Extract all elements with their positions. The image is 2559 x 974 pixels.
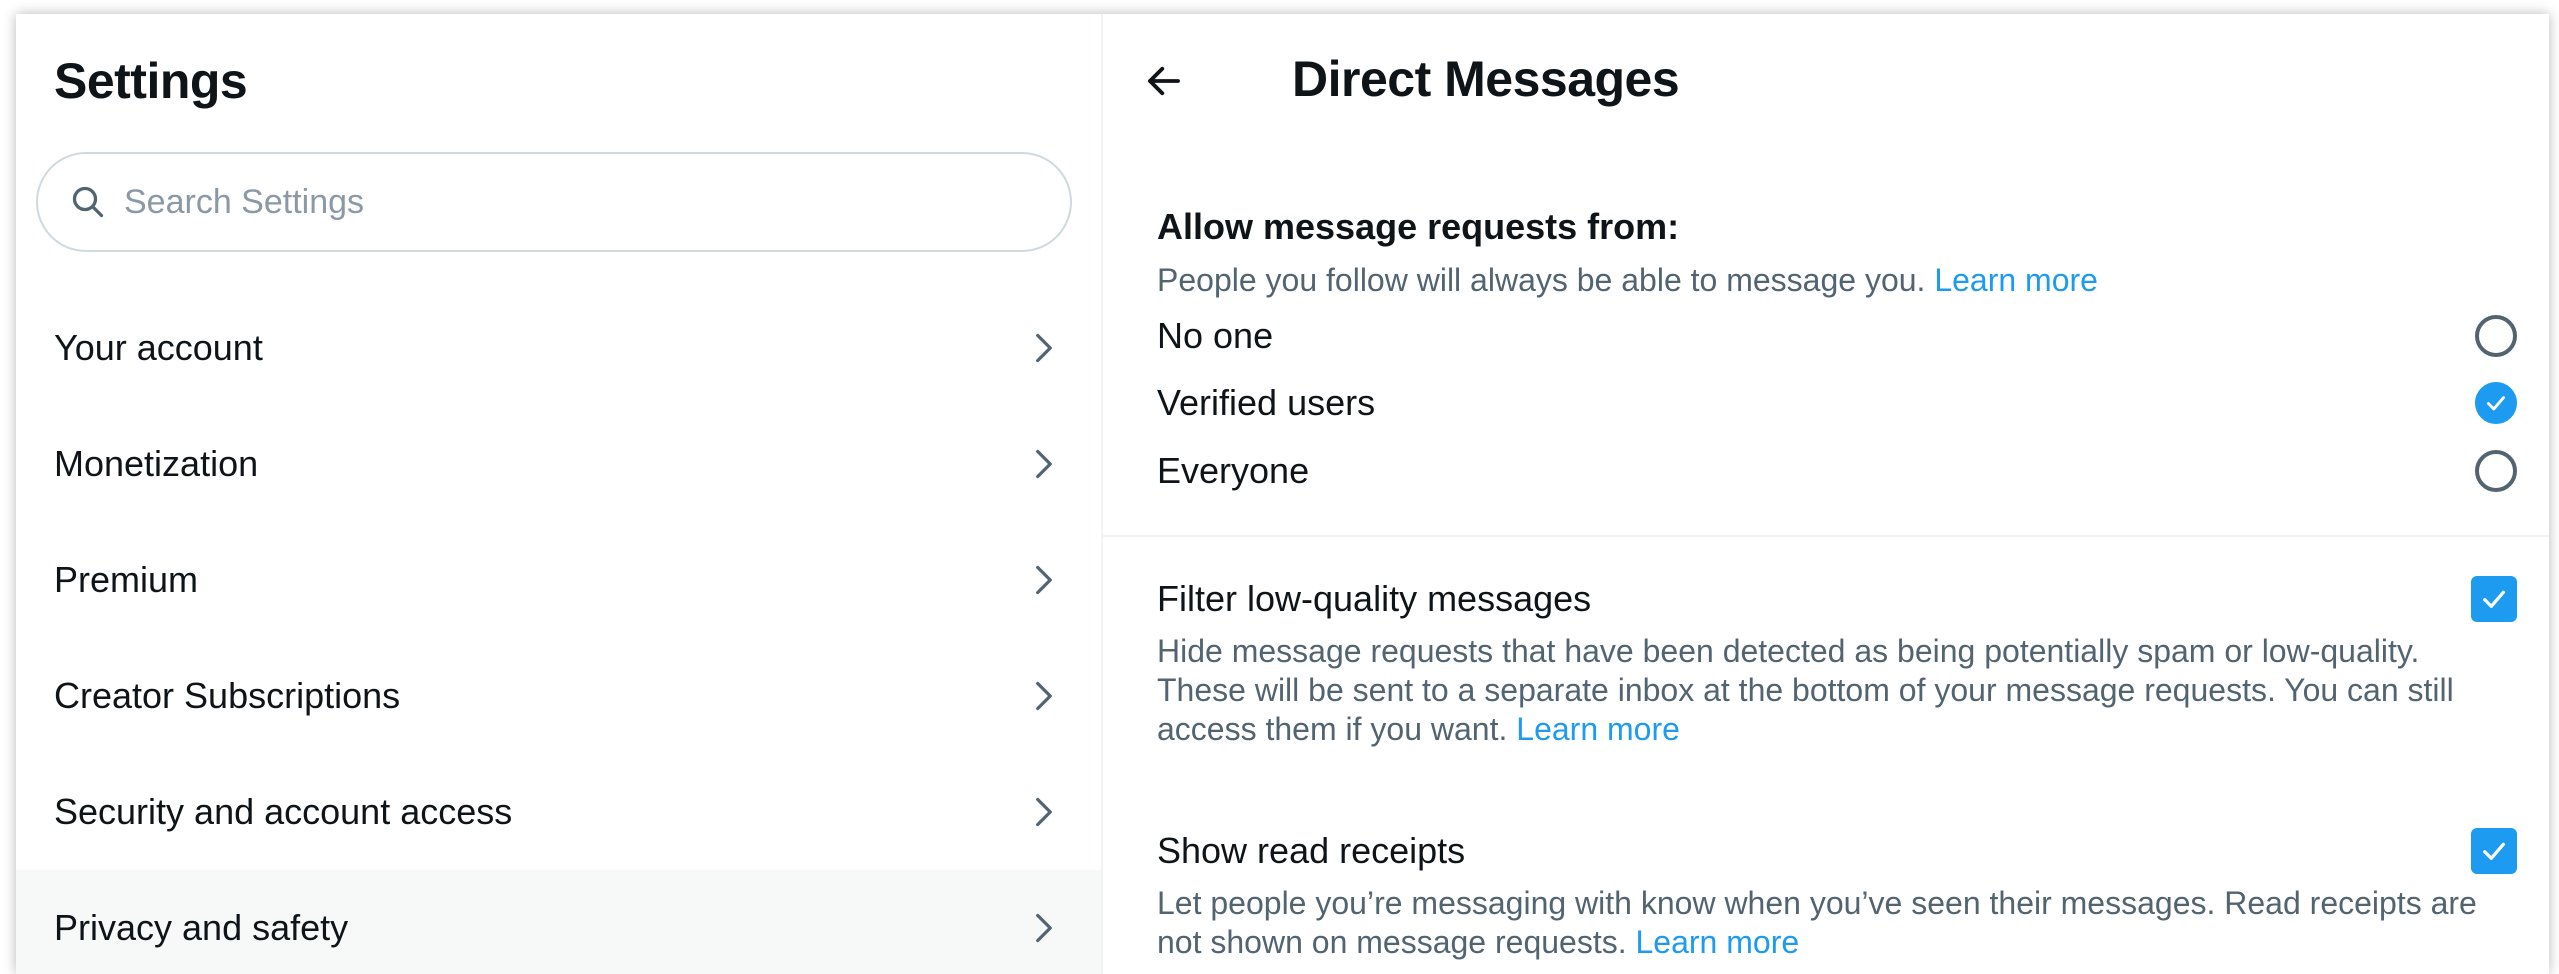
radio-button[interactable] bbox=[2475, 315, 2517, 357]
radio-label: Verified users bbox=[1157, 382, 1376, 423]
learn-more-link[interactable]: Learn more bbox=[1934, 262, 2098, 298]
nav-item-creator-subscriptions[interactable]: Creator Subscriptions bbox=[16, 638, 1101, 754]
settings-nav: Your account Monetization Premium Creato… bbox=[16, 290, 1101, 974]
back-button[interactable] bbox=[1141, 58, 1187, 104]
page-title: Settings bbox=[54, 53, 248, 109]
read-receipts-description-text: Let people you’re messaging with know wh… bbox=[1157, 885, 2477, 960]
nav-item-label: Security and account access bbox=[54, 791, 513, 832]
read-receipts-description: Let people you’re messaging with know wh… bbox=[1157, 884, 2487, 962]
radio-option-no-one[interactable]: No one bbox=[1157, 306, 2517, 366]
chevron-right-icon bbox=[1036, 681, 1052, 711]
arrow-left-icon bbox=[1148, 66, 1180, 96]
check-icon bbox=[2483, 590, 2505, 608]
nav-item-privacy-and-safety[interactable]: Privacy and safety bbox=[16, 870, 1101, 974]
filter-low-quality-row[interactable]: Filter low-quality messages bbox=[1157, 574, 2517, 624]
allow-requests-description: People you follow will always be able to… bbox=[1157, 262, 1926, 298]
nav-item-label: Monetization bbox=[54, 443, 259, 484]
nav-item-premium[interactable]: Premium bbox=[16, 522, 1101, 638]
allow-requests-heading: Allow message requests from: bbox=[1157, 206, 1680, 247]
nav-item-security[interactable]: Security and account access bbox=[16, 754, 1101, 870]
chevron-right-icon bbox=[1036, 565, 1052, 595]
radio-button[interactable] bbox=[2475, 450, 2517, 492]
check-icon bbox=[2487, 396, 2505, 411]
nav-item-label: Creator Subscriptions bbox=[54, 675, 401, 716]
settings-sidebar: Settings Your account Monetization Premi… bbox=[16, 14, 1103, 974]
chevron-right-icon bbox=[1036, 797, 1052, 827]
read-receipts-label: Show read receipts bbox=[1157, 830, 1466, 871]
search-icon bbox=[72, 186, 104, 218]
search-box[interactable] bbox=[36, 152, 1072, 252]
nav-item-label: Your account bbox=[54, 327, 263, 368]
panel-header: Direct Messages bbox=[1103, 40, 2549, 120]
radio-label: No one bbox=[1157, 315, 1274, 356]
learn-more-link[interactable]: Learn more bbox=[1636, 924, 1800, 960]
filter-low-quality-label: Filter low-quality messages bbox=[1157, 578, 1592, 619]
panel-title: Direct Messages bbox=[1292, 51, 1680, 107]
check-icon bbox=[2483, 842, 2505, 860]
filter-low-quality-description: Hide message requests that have been det… bbox=[1157, 632, 2487, 749]
chevron-right-icon bbox=[1036, 449, 1052, 479]
filter-description-text: Hide message requests that have been det… bbox=[1157, 633, 2454, 747]
filter-low-quality-checkbox[interactable] bbox=[2471, 576, 2517, 622]
chevron-right-icon bbox=[1036, 333, 1052, 363]
read-receipts-row[interactable]: Show read receipts bbox=[1157, 826, 2517, 876]
settings-window: Settings Your account Monetization Premi… bbox=[16, 14, 2549, 974]
nav-item-monetization[interactable]: Monetization bbox=[16, 406, 1101, 522]
chevron-right-icon bbox=[1036, 913, 1052, 943]
direct-messages-panel: Direct Messages Allow message requests f… bbox=[1103, 14, 2549, 974]
search-input[interactable] bbox=[122, 181, 1026, 223]
radio-option-everyone[interactable]: Everyone bbox=[1157, 441, 2517, 501]
nav-item-your-account[interactable]: Your account bbox=[16, 290, 1101, 406]
divider bbox=[1103, 535, 2549, 537]
radio-button-checked[interactable] bbox=[2475, 382, 2517, 424]
nav-item-label: Privacy and safety bbox=[54, 907, 349, 948]
allow-requests-subtext: People you follow will always be able to… bbox=[1157, 262, 2098, 299]
nav-item-label: Premium bbox=[54, 559, 199, 600]
read-receipts-checkbox[interactable] bbox=[2471, 828, 2517, 874]
radio-option-verified-users[interactable]: Verified users bbox=[1157, 373, 2517, 433]
learn-more-link[interactable]: Learn more bbox=[1516, 711, 1680, 747]
radio-label: Everyone bbox=[1157, 450, 1310, 491]
